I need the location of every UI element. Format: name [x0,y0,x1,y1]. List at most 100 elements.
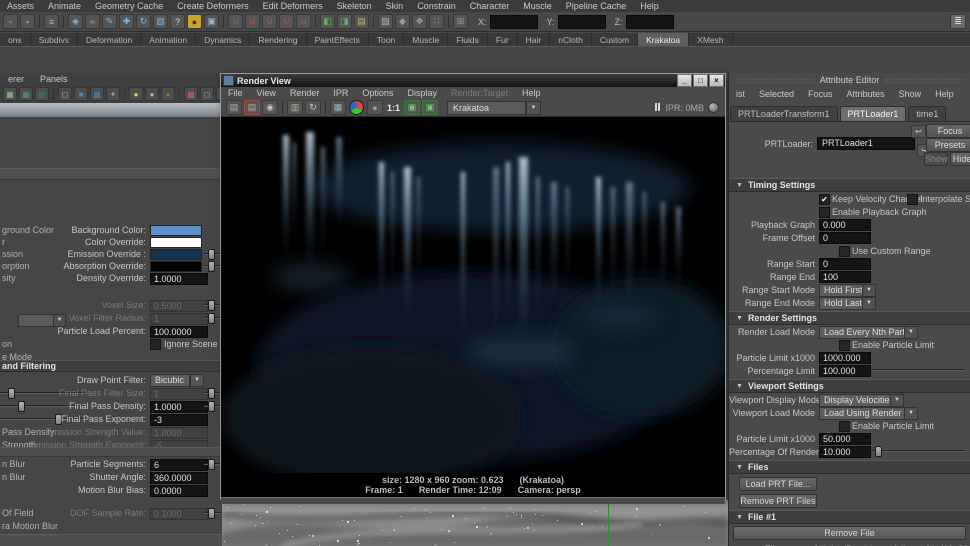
shelf-tab-ncloth[interactable]: nCloth [550,33,592,46]
color-swatch-emission-override[interactable] [150,249,202,260]
collapse-triangle-icon[interactable]: ▼ [736,514,743,521]
checkbox-enable-particle-limit[interactable] [839,421,850,432]
field-dof-sample-rate[interactable]: 0.1000 [150,508,208,520]
field-emission-strength-value[interactable]: 1.0000 [150,427,208,439]
history-icon[interactable]: ▪ [3,14,18,29]
output-connections-icon[interactable]: ◨ [337,14,352,29]
viewport-menu-panels[interactable]: Panels [32,74,76,84]
shelf-tab-subdivs[interactable]: Subdivs [31,33,78,46]
last-tool-icon[interactable]: ▣ [204,14,219,29]
perspective-viewport[interactable] [222,500,728,546]
ambient-light-icon[interactable]: ● [161,87,175,101]
color-swatch-color-override[interactable] [150,237,202,248]
shelf-tab-muscle[interactable]: Muscle [404,33,448,46]
slider-handle[interactable] [208,388,215,399]
field-density-override[interactable]: 1.0000 [150,273,208,285]
attribute-editor-title-bar[interactable]: Attribute Editor [729,73,970,87]
dropdown-arrow-icon[interactable]: ▼ [862,297,876,310]
snapshot-icon[interactable]: ◉ [262,100,278,115]
field-range-start[interactable]: 0 [819,258,871,270]
pause-ipr-icon[interactable] [655,103,661,113]
render-menu-render[interactable]: Render [283,88,327,98]
section-header-timing-settings[interactable]: ▼Timing Settings [729,178,970,192]
dropdown-range-end-mode[interactable]: Hold Last [819,297,863,310]
coordinate-y-input[interactable] [558,15,606,29]
all-lights-icon[interactable]: ● [145,87,159,101]
render-menu-file[interactable]: File [221,88,250,98]
checkbox-enable-playback-graph[interactable] [819,207,830,218]
ae-menu-help[interactable]: Help [928,89,961,99]
slider-handle[interactable] [208,249,215,260]
snap-grid-icon[interactable]: ∪ [228,14,243,29]
render-menu-render-target[interactable]: Render:Target [444,88,515,98]
select-node-icon[interactable]: ↩ [911,125,926,138]
section-header-files[interactable]: ▼Files [729,460,970,474]
field-particle-segments[interactable]: 6 [150,459,208,471]
remove-prt-files-button[interactable]: Remove PRT Files [739,494,817,508]
shelf-tab-painteffects[interactable]: PaintEffects [307,33,369,46]
select-tool-icon[interactable]: ◈ [68,14,83,29]
field-particle-load-percent[interactable]: 100.0000 [150,326,208,338]
camera-select-arrow-icon[interactable]: ▼ [526,101,541,115]
menu-item-edit-deformers[interactable]: Edit Deformers [256,1,330,11]
render-menu-help[interactable]: Help [515,88,548,98]
rotate-tool-icon[interactable]: ↻ [136,14,151,29]
slider-handle[interactable] [208,313,215,324]
snap-point-icon[interactable]: ∪ [262,14,277,29]
lasso-tool-icon[interactable]: ≈ [85,14,100,29]
tab-time1[interactable]: time1 [908,106,946,121]
slider-handle[interactable] [208,401,215,412]
render-icon[interactable]: ▤ [226,100,242,115]
checkbox-interpolate-sub-fra[interactable] [907,194,918,205]
field-percentage-limit[interactable]: 100.000 [819,365,871,377]
field-playback-graph[interactable]: 0.000 [819,219,871,231]
minimize-button[interactable]: _ [677,74,692,87]
render-current-frame-icon[interactable]: ◆ [395,14,410,29]
render-menu-view[interactable]: View [250,88,283,98]
grid-icon[interactable]: ▦ [3,87,17,101]
coordinate-z-input[interactable] [626,15,674,29]
ae-menu-show[interactable]: Show [892,89,929,99]
menu-item-geometry-cache[interactable]: Geometry Cache [88,1,170,11]
layout-menu-icon[interactable]: ≡ [44,14,59,29]
remove-file-button[interactable]: Remove File [733,526,966,540]
close-button[interactable]: × [709,74,724,87]
field-particle-limit-x1000[interactable]: 50.000 [819,433,871,445]
color-swatch-background-color[interactable] [150,225,202,236]
help-icon[interactable]: ? [170,14,185,29]
section-header-render-settings[interactable]: ▼Render Settings [729,311,970,325]
shelf-tab-custom[interactable]: Custom [592,33,638,46]
menu-item-pipeline-cache[interactable]: Pipeline Cache [559,1,634,11]
menu-item-character[interactable]: Character [463,1,517,11]
slider-handle[interactable] [208,508,215,519]
camera-select-dropdown[interactable]: Krakatoa [447,101,526,115]
checkbox-keep-velocity-channel[interactable]: ✔ [819,194,830,205]
lock-icon[interactable]: ● [187,14,202,29]
shelf-tab-rendering[interactable]: Rendering [250,33,306,46]
xray-icon[interactable]: ◻ [200,87,214,101]
alpha-channel-icon[interactable]: ● [367,100,383,115]
film-gate-icon[interactable]: ▦ [19,87,33,101]
ae-menu-attributes[interactable]: Attributes [840,89,892,99]
collapse-triangle-icon[interactable]: ▼ [736,182,743,189]
field-frame-offset[interactable]: 0 [819,232,871,244]
refresh-ipr-icon[interactable]: ↻ [305,100,321,115]
checkbox-ignore-scene-lights[interactable] [150,339,161,350]
field-final-pass-filter-size[interactable]: 1 [150,388,208,400]
menu-item-skeleton[interactable]: Skeleton [330,1,379,11]
region-icon[interactable]: ▦ [330,100,346,115]
input-connections-icon[interactable]: ◧ [320,14,335,29]
shaded-icon[interactable]: ■ [74,87,88,101]
hide-button[interactable]: Hide [950,152,970,166]
maximize-button[interactable]: □ [693,74,708,87]
field-motion-blur-bias[interactable]: 0.0000 [150,485,208,497]
scale-tool-icon[interactable]: ▧ [153,14,168,29]
shelf-tab-hair[interactable]: Hair [518,33,551,46]
show-button[interactable]: Show [924,152,948,166]
field-final-pass-exponent[interactable]: -3 [150,414,208,426]
remove-image-icon[interactable]: ▣ [422,100,438,115]
shelf-tab-animation[interactable]: Animation [141,33,196,46]
section-header-file-1[interactable]: ▼File #1 [729,510,970,524]
ae-menu-focus[interactable]: Focus [801,89,840,99]
dropdown-arrow-icon[interactable]: ▼ [190,374,204,387]
